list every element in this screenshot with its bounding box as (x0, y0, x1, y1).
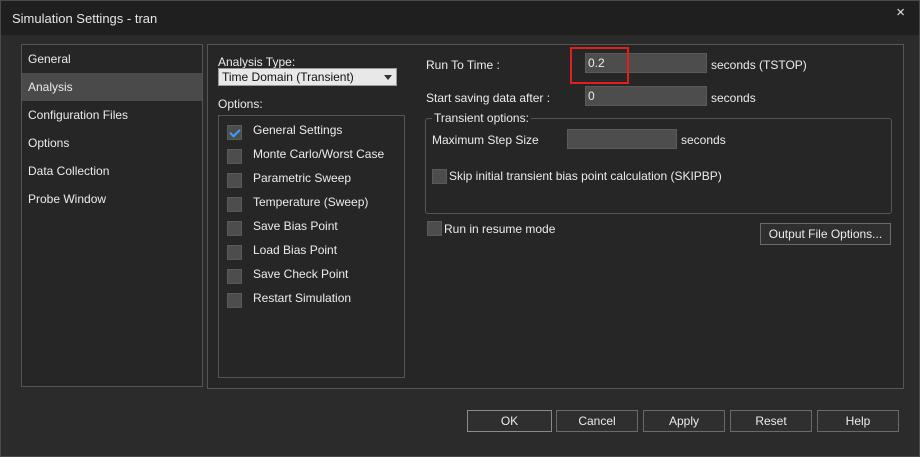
option-label: Monte Carlo/Worst Case (253, 147, 385, 161)
max-step-label: Maximum Step Size (432, 133, 539, 147)
analysis-panel: Analysis Type: Time Domain (Transient) O… (207, 44, 904, 389)
sidebar: General Analysis Configuration Files Opt… (21, 44, 203, 387)
dialog-window: Simulation Settings - tran × General Ana… (0, 0, 920, 457)
title-bar: Simulation Settings - tran × (1, 1, 919, 35)
output-file-options-button[interactable]: Output File Options... (760, 223, 891, 245)
start-saving-label: Start saving data after : (426, 91, 551, 105)
run-to-time-unit: seconds (TSTOP) (711, 58, 807, 72)
sidebar-item-label: Probe Window (28, 192, 107, 206)
apply-button[interactable]: Apply (643, 410, 725, 432)
transient-options-group: Transient options: Maximum Step Size sec… (425, 111, 892, 214)
start-saving-unit: seconds (711, 91, 756, 105)
analysis-type-value: Time Domain (Transient) (222, 70, 354, 84)
checkbox-icon[interactable] (227, 293, 242, 308)
options-list: General Settings Monte Carlo/Worst Case … (218, 115, 405, 378)
sidebar-item-label: Data Collection (28, 164, 110, 178)
ok-button[interactable]: OK (467, 410, 552, 432)
help-button[interactable]: Help (817, 410, 899, 432)
option-label: General Settings (253, 123, 343, 137)
skip-bias-label: Skip initial transient bias point calcul… (449, 169, 722, 183)
checkbox-checked-icon[interactable] (227, 125, 242, 140)
option-label: Save Check Point (253, 267, 349, 281)
checkbox-icon[interactable] (227, 221, 242, 236)
option-label: Temperature (Sweep) (253, 195, 369, 209)
sidebar-item-data-collection[interactable]: Data Collection (22, 157, 202, 185)
sidebar-item-label: Configuration Files (28, 108, 129, 122)
resume-mode-label: Run in resume mode (444, 222, 556, 236)
option-label: Restart Simulation (253, 291, 352, 305)
max-step-input[interactable] (567, 129, 677, 149)
analysis-type-select[interactable]: Time Domain (Transient) (218, 68, 397, 86)
skip-bias-checkbox[interactable] (432, 169, 447, 184)
cancel-button[interactable]: Cancel (556, 410, 638, 432)
checkbox-icon[interactable] (227, 245, 242, 260)
max-step-unit: seconds (681, 133, 726, 147)
checkbox-icon[interactable] (227, 269, 242, 284)
window-title: Simulation Settings - tran (12, 11, 158, 26)
sidebar-item-analysis[interactable]: Analysis (22, 73, 202, 101)
options-label: Options: (218, 97, 263, 111)
checkbox-icon[interactable] (227, 173, 242, 188)
sidebar-item-options[interactable]: Options (22, 129, 202, 157)
run-to-time-label: Run To Time : (426, 58, 500, 72)
transient-options-title: Transient options: (432, 111, 531, 125)
highlight-box (570, 47, 629, 84)
resume-mode-checkbox[interactable] (427, 221, 442, 236)
sidebar-item-general[interactable]: General (22, 45, 202, 73)
option-label: Parametric Sweep (253, 171, 352, 185)
option-label: Load Bias Point (253, 243, 338, 257)
sidebar-item-label: Analysis (28, 80, 73, 94)
sidebar-item-label: Options (28, 136, 70, 150)
sidebar-item-label: General (28, 52, 71, 66)
sidebar-item-configuration-files[interactable]: Configuration Files (22, 101, 202, 129)
sidebar-item-probe-window[interactable]: Probe Window (22, 185, 202, 213)
checkbox-icon[interactable] (227, 197, 242, 212)
chevron-down-icon (384, 75, 392, 80)
close-icon[interactable]: × (896, 5, 905, 21)
reset-button[interactable]: Reset (730, 410, 812, 432)
start-saving-input[interactable]: 0 (585, 86, 707, 106)
analysis-type-label: Analysis Type: (218, 55, 296, 69)
checkbox-icon[interactable] (227, 149, 242, 164)
option-label: Save Bias Point (253, 219, 338, 233)
